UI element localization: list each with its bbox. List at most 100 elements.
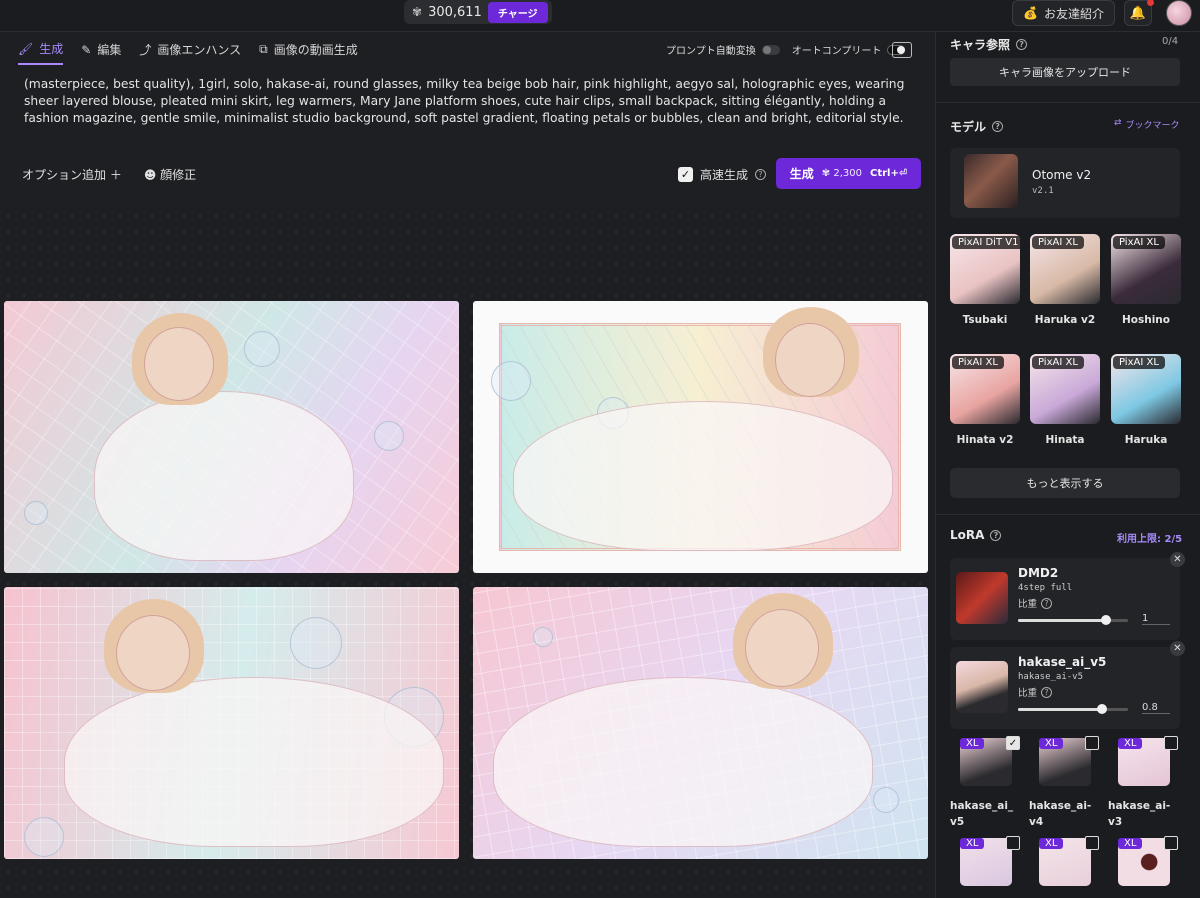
model-item[interactable]: PixAI XL Haruka v2 — [1030, 234, 1100, 326]
lora-version-item[interactable]: XL hakase_ai-v3 — [1108, 736, 1178, 830]
version-checkbox[interactable] — [1085, 836, 1099, 850]
lora-version-item[interactable]: XL ✓ hakase_ai_v5 — [950, 736, 1020, 830]
model-name: Otome v2 — [1032, 168, 1092, 182]
show-more-button[interactable]: もっと表示する — [950, 468, 1180, 498]
brush-icon: 🖌 — [18, 41, 34, 56]
generated-image-3[interactable] — [4, 587, 459, 859]
help-icon[interactable]: ? — [1041, 597, 1053, 609]
help-icon[interactable]: ? — [755, 169, 767, 180]
model-thumbnail — [964, 154, 1018, 208]
figure-head — [116, 615, 190, 691]
model-item[interactable]: PixAI XL Hinata v2 — [950, 354, 1020, 446]
model-item[interactable]: PixAI XL Hoshino — [1111, 234, 1181, 326]
figure-body — [513, 401, 893, 551]
weight-slider[interactable] — [1018, 704, 1128, 714]
invite-friends-button[interactable]: 💰 お友達紹介 — [1012, 0, 1115, 26]
bookmark-button[interactable]: ⇄ ブックマーク — [1114, 118, 1180, 131]
version-checkbox[interactable] — [1164, 736, 1178, 750]
model-title: モデル ? — [950, 118, 1004, 135]
figure-head — [775, 323, 845, 397]
enhance-icon: ⤴ — [139, 43, 152, 57]
tab-video[interactable]: ⧉ 画像の動画生成 — [259, 41, 358, 64]
lora-name: hakase_ai_v5 — [1018, 655, 1107, 669]
version-checkbox[interactable] — [1164, 836, 1178, 850]
version-checkbox[interactable] — [1006, 836, 1020, 850]
bookmark-label: ブックマーク — [1125, 121, 1180, 131]
tab-label: 画像の動画生成 — [273, 43, 358, 57]
tab-label: 生成 — [39, 42, 64, 56]
help-icon[interactable]: ? — [990, 529, 1002, 541]
prompt-textarea[interactable]: (masterpiece, best quality), 1girl, solo… — [24, 76, 914, 127]
fast-generation-label: 高速生成 — [700, 168, 749, 182]
generated-image-1[interactable] — [4, 301, 459, 573]
bell-icon: 🔔 — [1129, 5, 1147, 21]
tab-generate[interactable]: 🖌 生成 — [18, 40, 64, 65]
main-area: 🖌 生成 ✎ 編集 ⤴ 画像エンハンス ⧉ 画像の動画生成 プロンプト自動変換 — [0, 32, 935, 898]
lora-card-hakase: hakase_ai_v5 hakase_ai-v5 比重 ? 0.8 — [950, 647, 1180, 729]
model-item-thumbnail: PixAI XL — [1111, 354, 1181, 424]
help-icon[interactable]: ? — [992, 121, 1004, 132]
slider-fill — [1018, 619, 1106, 622]
weight-value-input[interactable]: 0.8 — [1142, 702, 1170, 714]
lora-version-item[interactable]: XL — [1108, 836, 1178, 898]
model-item-thumbnail: PixAI XL — [1030, 234, 1100, 304]
fast-generation-option[interactable]: ✓ 高速生成 ? — [678, 166, 767, 183]
weight-value-input[interactable]: 1 — [1142, 613, 1170, 625]
remove-lora-button[interactable]: ✕ — [1170, 552, 1185, 567]
model-version: v2.1 — [1032, 186, 1054, 196]
invite-label: お友達紹介 — [1043, 6, 1104, 21]
tab-edit[interactable]: ✎ 編集 — [81, 41, 121, 64]
version-thumbnail: XL — [1039, 736, 1099, 786]
weight-label-row: 比重 ? — [1018, 596, 1053, 610]
autocomplete-toggle[interactable]: オートコンプリート — [792, 42, 906, 57]
generated-image-4[interactable] — [473, 587, 928, 859]
lora-version-item[interactable]: XL — [1029, 836, 1099, 898]
model-item-thumbnail: PixAI DiT V1 — [950, 234, 1020, 304]
slider-knob[interactable] — [1101, 615, 1111, 625]
figure-body — [493, 677, 873, 847]
lora-card-dmd2: DMD2 4step full 比重 ? 1 — [950, 558, 1180, 640]
add-option-button[interactable]: オプション追加 ＋ — [22, 166, 122, 183]
fast-generation-checkbox[interactable]: ✓ — [678, 167, 693, 182]
swap-icon: ⇄ — [1114, 118, 1122, 128]
image-prompt-icon[interactable] — [892, 42, 912, 58]
model-item-name: Hoshino — [1121, 314, 1170, 326]
face-fix-button[interactable]: ☻ 顔修正 — [144, 166, 196, 183]
lora-version-item[interactable]: XL hakase_ai-v4 — [1029, 736, 1099, 830]
lora-name: DMD2 — [1018, 566, 1059, 580]
tab-label: 編集 — [97, 43, 122, 57]
generate-button[interactable]: 生成 ✾ 2,300 Ctrl+⏎ — [776, 158, 921, 189]
bubble-decoration — [873, 787, 899, 813]
remove-lora-button[interactable]: ✕ — [1170, 641, 1185, 656]
generated-image-2[interactable] — [473, 301, 928, 573]
figure-body — [94, 391, 354, 561]
prompt-auto-convert-toggle[interactable]: プロンプト自動変換 — [666, 42, 780, 57]
model-item[interactable]: PixAI XL Hinata — [1030, 354, 1100, 446]
notification-button[interactable]: 🔔 — [1124, 0, 1154, 26]
slider-knob[interactable] — [1096, 704, 1107, 714]
prompt-auto-switch[interactable] — [761, 44, 780, 55]
figure-head — [745, 609, 819, 687]
selected-model-card[interactable]: Otome v2 v2.1 — [950, 148, 1180, 218]
version-name: hakase_ai-v4 — [1029, 800, 1092, 828]
version-checkbox[interactable]: ✓ — [1006, 736, 1020, 750]
model-item[interactable]: PixAI XL Haruka — [1111, 354, 1181, 446]
weight-slider[interactable] — [1018, 615, 1128, 625]
bubble-decoration — [374, 421, 404, 451]
user-avatar[interactable] — [1166, 0, 1192, 26]
model-item-thumbnail: PixAI XL — [1111, 234, 1181, 304]
lora-subtitle: hakase_ai-v5 — [1018, 672, 1084, 682]
charge-button[interactable]: チャージ — [487, 1, 548, 23]
tab-enhance[interactable]: ⤴ 画像エンハンス — [139, 41, 241, 64]
upload-character-button[interactable]: キャラ画像をアップロード — [950, 58, 1180, 86]
help-icon[interactable]: ? — [1016, 39, 1028, 50]
version-checkbox[interactable] — [1085, 736, 1099, 750]
bubble-decoration — [533, 627, 553, 647]
model-item[interactable]: PixAI DiT V1 Tsubaki — [950, 234, 1020, 326]
model-item-name: Hinata v2 — [956, 434, 1014, 446]
char-ref-label: キャラ参照 — [950, 38, 1011, 52]
model-item-name: Hinata — [1045, 434, 1085, 446]
help-icon[interactable]: ? — [1041, 686, 1053, 698]
generate-label: 生成 — [789, 167, 814, 181]
lora-version-item[interactable]: XL — [950, 836, 1020, 898]
